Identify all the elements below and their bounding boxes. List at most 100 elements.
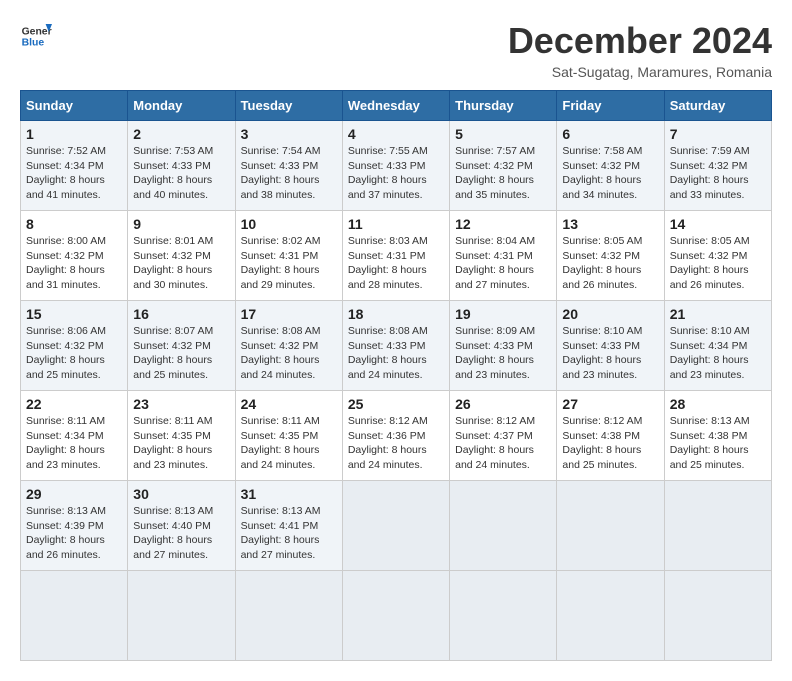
day-number: 5 <box>455 126 551 142</box>
day-number: 29 <box>26 486 122 502</box>
calendar-cell: 18 Sunrise: 8:08 AM Sunset: 4:33 PM Dayl… <box>342 301 449 391</box>
header-friday: Friday <box>557 91 664 121</box>
day-number: 4 <box>348 126 444 142</box>
calendar-cell: 15 Sunrise: 8:06 AM Sunset: 4:32 PM Dayl… <box>21 301 128 391</box>
calendar-cell: 9 Sunrise: 8:01 AM Sunset: 4:32 PM Dayli… <box>128 211 235 301</box>
cell-info: Sunrise: 7:53 AM Sunset: 4:33 PM Dayligh… <box>133 144 229 203</box>
day-number: 26 <box>455 396 551 412</box>
calendar-cell: 29 Sunrise: 8:13 AM Sunset: 4:39 PM Dayl… <box>21 481 128 571</box>
cell-info: Sunrise: 7:52 AM Sunset: 4:34 PM Dayligh… <box>26 144 122 203</box>
logo-icon: General Blue <box>20 20 52 52</box>
cell-info: Sunrise: 8:10 AM Sunset: 4:33 PM Dayligh… <box>562 324 658 383</box>
calendar-cell: 14 Sunrise: 8:05 AM Sunset: 4:32 PM Dayl… <box>664 211 771 301</box>
day-number: 11 <box>348 216 444 232</box>
cell-info: Sunrise: 7:59 AM Sunset: 4:32 PM Dayligh… <box>670 144 766 203</box>
day-number: 22 <box>26 396 122 412</box>
calendar-cell: 4 Sunrise: 7:55 AM Sunset: 4:33 PM Dayli… <box>342 121 449 211</box>
calendar-cell <box>21 571 128 661</box>
day-number: 31 <box>241 486 337 502</box>
cell-info: Sunrise: 8:08 AM Sunset: 4:32 PM Dayligh… <box>241 324 337 383</box>
cell-info: Sunrise: 8:09 AM Sunset: 4:33 PM Dayligh… <box>455 324 551 383</box>
calendar-cell: 24 Sunrise: 8:11 AM Sunset: 4:35 PM Dayl… <box>235 391 342 481</box>
day-number: 17 <box>241 306 337 322</box>
calendar-cell <box>235 571 342 661</box>
calendar-cell <box>664 571 771 661</box>
location-subtitle: Sat-Sugatag, Maramures, Romania <box>508 64 772 80</box>
calendar-week-6 <box>21 571 772 661</box>
day-number: 10 <box>241 216 337 232</box>
cell-info: Sunrise: 8:12 AM Sunset: 4:38 PM Dayligh… <box>562 414 658 473</box>
cell-info: Sunrise: 8:11 AM Sunset: 4:34 PM Dayligh… <box>26 414 122 473</box>
cell-info: Sunrise: 7:58 AM Sunset: 4:32 PM Dayligh… <box>562 144 658 203</box>
calendar-cell: 7 Sunrise: 7:59 AM Sunset: 4:32 PM Dayli… <box>664 121 771 211</box>
day-number: 30 <box>133 486 229 502</box>
calendar-cell: 16 Sunrise: 8:07 AM Sunset: 4:32 PM Dayl… <box>128 301 235 391</box>
day-number: 28 <box>670 396 766 412</box>
cell-info: Sunrise: 8:04 AM Sunset: 4:31 PM Dayligh… <box>455 234 551 293</box>
day-number: 13 <box>562 216 658 232</box>
calendar-cell: 11 Sunrise: 8:03 AM Sunset: 4:31 PM Dayl… <box>342 211 449 301</box>
calendar-cell: 28 Sunrise: 8:13 AM Sunset: 4:38 PM Dayl… <box>664 391 771 481</box>
cell-info: Sunrise: 8:13 AM Sunset: 4:41 PM Dayligh… <box>241 504 337 563</box>
day-number: 23 <box>133 396 229 412</box>
calendar-cell <box>450 571 557 661</box>
calendar-cell <box>450 481 557 571</box>
day-number: 8 <box>26 216 122 232</box>
calendar-body: 1 Sunrise: 7:52 AM Sunset: 4:34 PM Dayli… <box>21 121 772 661</box>
cell-info: Sunrise: 7:54 AM Sunset: 4:33 PM Dayligh… <box>241 144 337 203</box>
calendar-cell: 25 Sunrise: 8:12 AM Sunset: 4:36 PM Dayl… <box>342 391 449 481</box>
cell-info: Sunrise: 8:13 AM Sunset: 4:39 PM Dayligh… <box>26 504 122 563</box>
calendar-cell: 21 Sunrise: 8:10 AM Sunset: 4:34 PM Dayl… <box>664 301 771 391</box>
calendar-cell: 26 Sunrise: 8:12 AM Sunset: 4:37 PM Dayl… <box>450 391 557 481</box>
cell-info: Sunrise: 8:10 AM Sunset: 4:34 PM Dayligh… <box>670 324 766 383</box>
day-number: 25 <box>348 396 444 412</box>
calendar-cell: 17 Sunrise: 8:08 AM Sunset: 4:32 PM Dayl… <box>235 301 342 391</box>
calendar-cell: 30 Sunrise: 8:13 AM Sunset: 4:40 PM Dayl… <box>128 481 235 571</box>
calendar-cell: 20 Sunrise: 8:10 AM Sunset: 4:33 PM Dayl… <box>557 301 664 391</box>
calendar-cell: 13 Sunrise: 8:05 AM Sunset: 4:32 PM Dayl… <box>557 211 664 301</box>
calendar-cell <box>664 481 771 571</box>
calendar-cell <box>128 571 235 661</box>
calendar-cell <box>342 571 449 661</box>
calendar-cell: 23 Sunrise: 8:11 AM Sunset: 4:35 PM Dayl… <box>128 391 235 481</box>
cell-info: Sunrise: 8:13 AM Sunset: 4:40 PM Dayligh… <box>133 504 229 563</box>
calendar-cell: 5 Sunrise: 7:57 AM Sunset: 4:32 PM Dayli… <box>450 121 557 211</box>
calendar-cell <box>557 571 664 661</box>
day-number: 19 <box>455 306 551 322</box>
calendar-cell: 10 Sunrise: 8:02 AM Sunset: 4:31 PM Dayl… <box>235 211 342 301</box>
calendar-week-2: 8 Sunrise: 8:00 AM Sunset: 4:32 PM Dayli… <box>21 211 772 301</box>
svg-text:Blue: Blue <box>22 38 45 49</box>
calendar-cell: 19 Sunrise: 8:09 AM Sunset: 4:33 PM Dayl… <box>450 301 557 391</box>
logo: General Blue <box>20 20 52 52</box>
cell-info: Sunrise: 8:02 AM Sunset: 4:31 PM Dayligh… <box>241 234 337 293</box>
calendar-week-3: 15 Sunrise: 8:06 AM Sunset: 4:32 PM Dayl… <box>21 301 772 391</box>
calendar-cell <box>342 481 449 571</box>
header-thursday: Thursday <box>450 91 557 121</box>
day-number: 2 <box>133 126 229 142</box>
day-number: 9 <box>133 216 229 232</box>
calendar-header-row: Sunday Monday Tuesday Wednesday Thursday… <box>21 91 772 121</box>
calendar-cell: 8 Sunrise: 8:00 AM Sunset: 4:32 PM Dayli… <box>21 211 128 301</box>
day-number: 18 <box>348 306 444 322</box>
header-monday: Monday <box>128 91 235 121</box>
cell-info: Sunrise: 7:55 AM Sunset: 4:33 PM Dayligh… <box>348 144 444 203</box>
calendar-table: Sunday Monday Tuesday Wednesday Thursday… <box>20 90 772 661</box>
cell-info: Sunrise: 8:07 AM Sunset: 4:32 PM Dayligh… <box>133 324 229 383</box>
calendar-cell: 3 Sunrise: 7:54 AM Sunset: 4:33 PM Dayli… <box>235 121 342 211</box>
month-title: December 2024 <box>508 20 772 62</box>
cell-info: Sunrise: 8:08 AM Sunset: 4:33 PM Dayligh… <box>348 324 444 383</box>
cell-info: Sunrise: 8:05 AM Sunset: 4:32 PM Dayligh… <box>562 234 658 293</box>
calendar-week-1: 1 Sunrise: 7:52 AM Sunset: 4:34 PM Dayli… <box>21 121 772 211</box>
day-number: 6 <box>562 126 658 142</box>
day-number: 24 <box>241 396 337 412</box>
header-saturday: Saturday <box>664 91 771 121</box>
cell-info: Sunrise: 8:12 AM Sunset: 4:37 PM Dayligh… <box>455 414 551 473</box>
calendar-cell: 2 Sunrise: 7:53 AM Sunset: 4:33 PM Dayli… <box>128 121 235 211</box>
day-number: 15 <box>26 306 122 322</box>
day-number: 7 <box>670 126 766 142</box>
calendar-cell: 12 Sunrise: 8:04 AM Sunset: 4:31 PM Dayl… <box>450 211 557 301</box>
calendar-cell <box>557 481 664 571</box>
day-number: 20 <box>562 306 658 322</box>
cell-info: Sunrise: 8:01 AM Sunset: 4:32 PM Dayligh… <box>133 234 229 293</box>
day-number: 16 <box>133 306 229 322</box>
